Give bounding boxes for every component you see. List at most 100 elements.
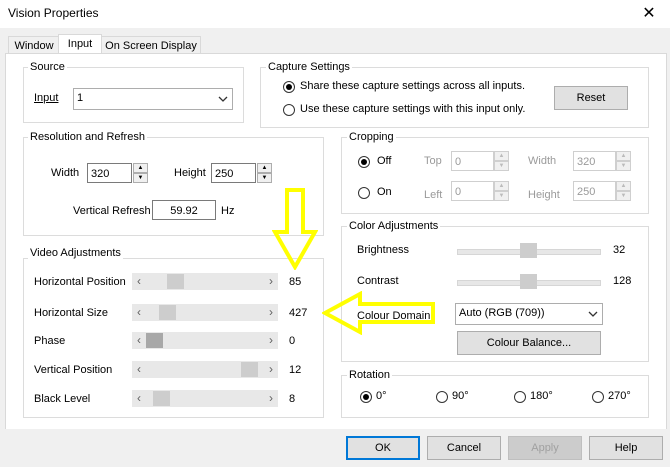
crop-width-field[interactable]: 320 [573, 151, 616, 171]
brightness-value: 32 [613, 244, 626, 256]
spin-down-icon[interactable]: ▼ [616, 191, 631, 201]
refresh-label: Vertical Refresh [73, 205, 151, 217]
scroll-thumb[interactable] [167, 274, 184, 289]
chevron-left-icon[interactable]: ‹ [132, 304, 146, 321]
rotation-180-radio[interactable] [514, 391, 526, 403]
rotation-90-label: 90° [452, 390, 469, 402]
reset-button[interactable]: Reset [554, 86, 628, 110]
rotation-group-label: Rotation [347, 369, 392, 381]
black-level-value: 8 [289, 393, 296, 405]
crop-top-field[interactable]: 0 [451, 151, 494, 171]
input-dropdown[interactable]: 1 [73, 88, 233, 110]
window-title: Vision Properties [8, 6, 99, 20]
colour-domain-dropdown[interactable]: Auto (RGB (709)) [455, 303, 603, 325]
scroll-thumb[interactable] [159, 305, 176, 320]
crop-left-stepper[interactable]: ▲ ▼ [494, 181, 509, 201]
title-bar [0, 0, 670, 28]
rotation-0-label: 0° [376, 390, 387, 402]
crop-left-label: Left [424, 189, 443, 201]
spin-down-icon[interactable]: ▼ [616, 161, 631, 171]
crop-left-field[interactable]: 0 [451, 181, 494, 201]
colour-domain-value: Auto (RGB (709)) [459, 307, 545, 319]
spin-down-icon[interactable]: ▼ [494, 161, 509, 171]
chevron-left-icon[interactable]: ‹ [132, 361, 146, 378]
crop-top-stepper[interactable]: ▲ ▼ [494, 151, 509, 171]
cropping-group [341, 137, 649, 214]
rotation-270-radio[interactable] [592, 391, 604, 403]
black-level-slider[interactable]: ‹ › [132, 390, 278, 407]
color-adjustments-label: Color Adjustments [347, 220, 441, 232]
horizontal-size-label: Horizontal Size [34, 307, 108, 319]
resolution-group-label: Resolution and Refresh [28, 131, 147, 143]
chevron-right-icon[interactable]: › [264, 332, 278, 349]
input-only-settings-radio[interactable] [283, 104, 295, 116]
chevron-left-icon[interactable]: ‹ [132, 332, 146, 349]
spin-up-icon[interactable]: ▲ [494, 181, 509, 191]
scroll-thumb[interactable] [146, 333, 163, 348]
refresh-field[interactable]: 59.92 [152, 200, 216, 220]
chevron-right-icon[interactable]: › [264, 390, 278, 407]
rotation-270-label: 270° [608, 390, 631, 402]
spin-down-icon[interactable]: ▼ [133, 173, 148, 183]
height-stepper[interactable]: ▲ ▼ [257, 163, 272, 183]
crop-width-label: Width [528, 155, 557, 167]
spin-down-icon[interactable]: ▼ [257, 173, 272, 183]
crop-on-label: On [377, 186, 392, 198]
chevron-right-icon[interactable]: › [264, 304, 278, 321]
arrow-down-annotation [272, 188, 318, 270]
chevron-left-icon[interactable]: ‹ [132, 273, 146, 290]
refresh-unit: Hz [221, 205, 235, 217]
arrow-left-annotation [322, 291, 435, 335]
spin-up-icon[interactable]: ▲ [133, 163, 148, 173]
vertical-position-slider[interactable]: ‹ › [132, 361, 278, 378]
horizontal-position-slider[interactable]: ‹ › [132, 273, 278, 290]
colour-balance-button[interactable]: Colour Balance... [457, 331, 601, 355]
scroll-thumb[interactable] [153, 391, 170, 406]
black-level-label: Black Level [34, 393, 91, 405]
input-only-settings-label: Use these capture settings with this inp… [300, 103, 526, 115]
spin-up-icon[interactable]: ▲ [494, 151, 509, 161]
chevron-left-icon[interactable]: ‹ [132, 390, 146, 407]
width-stepper[interactable]: ▲ ▼ [133, 163, 148, 183]
crop-height-field[interactable]: 250 [573, 181, 616, 201]
vertical-position-label: Vertical Position [34, 364, 113, 376]
width-label: Width [51, 167, 80, 179]
cancel-button[interactable]: Cancel [427, 436, 501, 460]
crop-height-stepper[interactable]: ▲ ▼ [616, 181, 631, 201]
height-field[interactable]: 250 [211, 163, 256, 183]
brightness-slider[interactable] [520, 243, 537, 258]
rotation-180-label: 180° [530, 390, 553, 402]
help-button[interactable]: Help [589, 436, 663, 460]
crop-top-label: Top [424, 155, 442, 167]
rotation-90-radio[interactable] [436, 391, 448, 403]
phase-value: 0 [289, 335, 296, 347]
crop-off-radio[interactable] [358, 156, 370, 168]
rotation-0-radio[interactable] [360, 391, 372, 403]
scroll-thumb[interactable] [241, 362, 258, 377]
share-settings-label: Share these capture settings across all … [300, 80, 526, 92]
brightness-label: Brightness [357, 244, 409, 256]
crop-width-stepper[interactable]: ▲ ▼ [616, 151, 631, 171]
horizontal-size-slider[interactable]: ‹ › [132, 304, 278, 321]
chevron-right-icon[interactable]: › [264, 361, 278, 378]
width-field[interactable]: 320 [87, 163, 132, 183]
arrow-left-shape [322, 291, 435, 335]
close-icon[interactable]: ✕ [634, 3, 664, 25]
share-settings-radio[interactable] [283, 81, 295, 93]
chevron-right-icon[interactable]: › [264, 273, 278, 290]
ok-button[interactable]: OK [346, 436, 420, 460]
chevron-down-icon [218, 96, 228, 102]
height-label: Height [174, 167, 206, 179]
spin-up-icon[interactable]: ▲ [616, 181, 631, 191]
video-adjustments-label: Video Adjustments [28, 247, 123, 259]
capture-settings-label: Capture Settings [266, 61, 352, 73]
horizontal-size-value: 427 [289, 307, 308, 319]
crop-on-radio[interactable] [358, 187, 370, 199]
apply-button[interactable]: Apply [508, 436, 582, 460]
spin-up-icon[interactable]: ▲ [257, 163, 272, 173]
contrast-slider[interactable] [520, 274, 537, 289]
phase-slider[interactable]: ‹ › [132, 332, 278, 349]
spin-up-icon[interactable]: ▲ [616, 151, 631, 161]
source-group-label: Source [28, 61, 67, 73]
spin-down-icon[interactable]: ▼ [494, 191, 509, 201]
